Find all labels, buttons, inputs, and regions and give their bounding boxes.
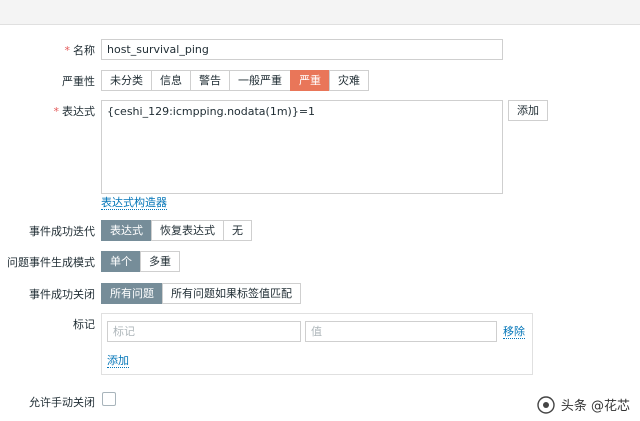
manual-close-label: 允许手动关闭 xyxy=(29,396,95,409)
ok-event-generation-option-1[interactable]: 恢复表达式 xyxy=(151,220,224,241)
ok-event-generation-label: 事件成功迭代 xyxy=(29,225,95,238)
problem-event-mode-option-0[interactable]: 单个 xyxy=(101,251,141,272)
severity-option-4[interactable]: 严重 xyxy=(290,70,330,91)
add-tag-link[interactable]: 添加 xyxy=(107,354,129,368)
tag-value-input[interactable]: 值 xyxy=(305,321,497,342)
severity-option-2[interactable]: 警告 xyxy=(190,70,230,91)
problem-event-mode-option-1[interactable]: 多重 xyxy=(140,251,180,272)
problem-event-mode-label: 问题事件生成模式 xyxy=(7,256,95,269)
severity-option-5[interactable]: 灾难 xyxy=(329,70,369,91)
ok-event-generation-selector: 表达式 恢复表达式无 xyxy=(101,220,252,241)
ok-event-closes-label: 事件成功关闭 xyxy=(29,288,95,301)
ok-event-closes-option-0[interactable]: 所有问题 xyxy=(101,283,163,304)
watermark-text: 头条 @花芯 xyxy=(560,399,630,414)
top-bar xyxy=(0,0,640,24)
severity-selector: 未分类 信息 警告 一般严重 严重 灾难 xyxy=(101,70,369,91)
name-label-text: 名称 xyxy=(73,44,95,57)
ok-event-generation-option-2[interactable]: 无 xyxy=(223,220,252,241)
required-mark: * xyxy=(64,44,71,57)
ok-event-closes-selector: 所有问题 所有问题如果标签值匹配 xyxy=(101,283,301,304)
severity-option-3[interactable]: 一般严重 xyxy=(229,70,291,91)
tags-table: 标记 值 移除 添加 xyxy=(101,313,533,375)
required-mark: * xyxy=(53,105,60,118)
expression-textarea[interactable]: {ceshi_129:icmpping.nodata(1m)}=1 xyxy=(101,100,503,194)
trigger-form: * 名称 host_survival_ping 严重性 未分类 信息 警告 一般严重 严重… xyxy=(0,24,640,421)
manual-close-checkbox[interactable] xyxy=(102,392,116,406)
remove-tag-link[interactable]: 移除 xyxy=(503,325,525,339)
expression-builder-link[interactable]: 表达式构造器 xyxy=(101,196,167,210)
severity-option-0[interactable]: 未分类 xyxy=(101,70,152,91)
expression-label-text: 表达式 xyxy=(62,105,95,118)
flower-logo-icon xyxy=(537,395,555,414)
name-input[interactable]: host_survival_ping xyxy=(101,39,503,60)
expression-label: * 表达式 xyxy=(0,103,96,119)
tags-label: 标记 xyxy=(73,318,95,331)
ok-event-closes-option-1[interactable]: 所有问题如果标签值匹配 xyxy=(162,283,301,304)
add-expression-button[interactable]: 添加 xyxy=(508,100,548,121)
severity-label: 严重性 xyxy=(62,75,95,88)
problem-event-mode-selector: 单个 多重 xyxy=(101,251,180,272)
name-label: * 名称 xyxy=(0,42,96,58)
ok-event-generation-option-0[interactable]: 表达式 xyxy=(101,220,152,241)
severity-option-1[interactable]: 信息 xyxy=(151,70,191,91)
watermark: 头条 @花芯 xyxy=(537,395,630,414)
tag-name-input[interactable]: 标记 xyxy=(107,321,301,342)
